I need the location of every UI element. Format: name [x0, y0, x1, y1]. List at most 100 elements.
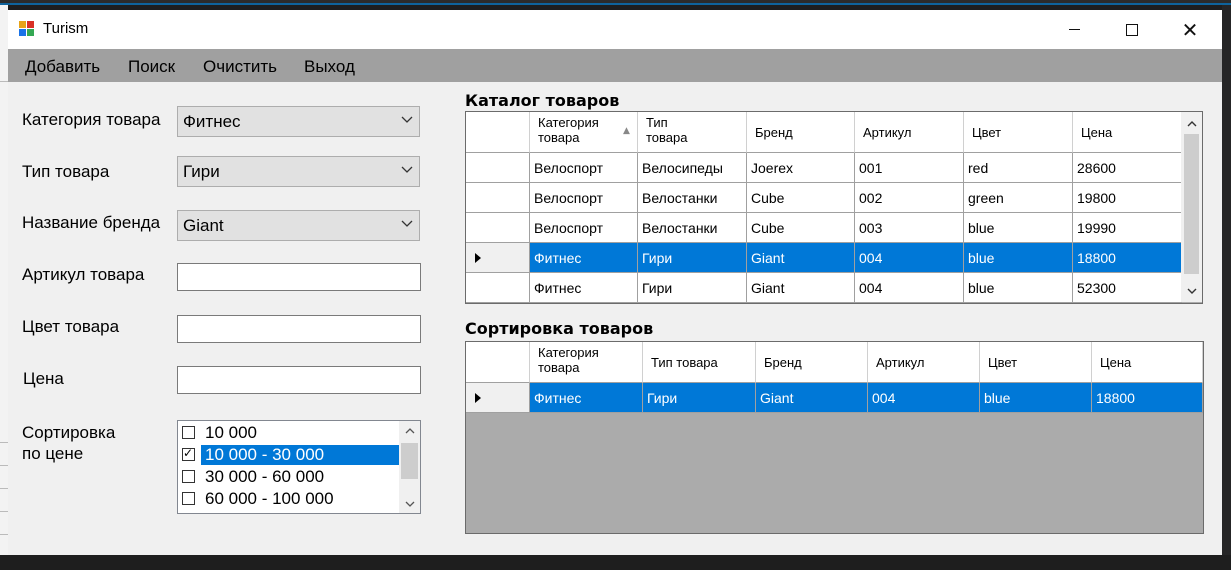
title-bar[interactable]: Turism ✕ — [8, 10, 1222, 49]
table-cell[interactable]: Фитнес — [530, 273, 638, 303]
checkbox[interactable] — [182, 470, 195, 483]
cell-text: 52300 — [1077, 280, 1116, 296]
column-header[interactable]: Категория товара — [530, 342, 643, 383]
table-cell[interactable]: 52300 — [1073, 273, 1182, 303]
table-cell[interactable]: Cube — [747, 183, 855, 213]
app-icon — [19, 21, 35, 37]
table-cell[interactable]: Велосипеды — [638, 153, 747, 183]
cell-text: 004 — [872, 390, 896, 406]
table-cell[interactable]: Велоспорт — [530, 183, 638, 213]
table-cell[interactable]: blue — [980, 383, 1092, 413]
table-cell[interactable]: blue — [964, 273, 1073, 303]
table-cell[interactable]: 18800 — [1092, 383, 1203, 413]
scroll-up-button[interactable] — [1181, 114, 1202, 132]
scroll-down-button[interactable] — [1181, 282, 1202, 300]
table-cell[interactable]: green — [964, 183, 1073, 213]
table-cell[interactable]: 18800 — [1073, 243, 1182, 273]
catalog-grid[interactable]: Категория товара ▲ Тип товара Бренд Артикул Ц… — [465, 111, 1203, 304]
column-header[interactable]: Тип товара — [643, 342, 756, 383]
table-cell[interactable]: blue — [964, 213, 1073, 243]
column-header[interactable]: Цена — [1092, 342, 1203, 383]
table-cell[interactable]: Фитнес — [530, 243, 638, 273]
table-cell[interactable]: Giant — [756, 383, 868, 413]
scroll-up-button[interactable] — [399, 421, 420, 439]
sort-ascending-icon: ▲ — [623, 126, 630, 136]
table-cell[interactable]: Гири — [643, 383, 756, 413]
table-cell[interactable]: 002 — [855, 183, 964, 213]
category-combobox[interactable]: Фитнес — [177, 106, 420, 137]
menu-item-exit[interactable]: Выход — [304, 57, 355, 77]
cell-text: Велоспорт — [534, 220, 604, 236]
row-header[interactable] — [466, 153, 530, 183]
table-cell[interactable]: 001 — [855, 153, 964, 183]
table-cell[interactable]: Cube — [747, 213, 855, 243]
table-cell[interactable]: 28600 — [1073, 153, 1182, 183]
column-header[interactable]: Бренд — [747, 112, 855, 153]
table-cell[interactable]: Joerex — [747, 153, 855, 183]
scrollbar-thumb[interactable] — [1184, 134, 1199, 274]
cell-text: blue — [968, 250, 995, 266]
type-combobox[interactable]: Гири — [177, 156, 420, 187]
column-header[interactable]: Категория товара ▲ — [530, 112, 638, 153]
menu-item-search[interactable]: Поиск — [128, 57, 175, 77]
column-header[interactable]: Цвет — [980, 342, 1092, 383]
table-cell[interactable]: 19800 — [1073, 183, 1182, 213]
article-input[interactable] — [177, 263, 421, 291]
minimize-button[interactable] — [1045, 10, 1103, 49]
table-cell[interactable]: Велостанки — [638, 183, 747, 213]
menu-item-clear[interactable]: Очистить — [203, 57, 277, 77]
row-header[interactable] — [466, 383, 530, 413]
table-cell[interactable]: Велоспорт — [530, 213, 638, 243]
checklist-scrollbar[interactable] — [399, 421, 420, 513]
price-range-checklist[interactable]: 10 000 ✓ 10 000 - 30 000 30 000 - 60 000… — [177, 420, 421, 514]
cell-text: Фитнес — [534, 390, 582, 406]
price-range-item[interactable]: 10 000 — [180, 422, 400, 444]
table-cell[interactable]: 004 — [855, 243, 964, 273]
cell-text: 003 — [859, 220, 883, 236]
price-range-label: 10 000 — [205, 423, 257, 442]
column-header[interactable]: Цвет — [964, 112, 1073, 153]
column-header[interactable]: Артикул — [868, 342, 980, 383]
checkbox[interactable]: ✓ — [182, 446, 195, 461]
menu-item-add[interactable]: Добавить — [25, 57, 100, 77]
grid-scrollbar[interactable] — [1181, 112, 1202, 302]
table-cell[interactable]: red — [964, 153, 1073, 183]
price-range-item[interactable]: 30 000 - 60 000 — [180, 466, 400, 488]
price-range-item[interactable]: 60 000 - 100 000 — [180, 488, 400, 510]
checkbox[interactable] — [182, 426, 195, 439]
price-input[interactable] — [177, 366, 421, 394]
row-header[interactable] — [466, 243, 530, 273]
maximize-button[interactable] — [1103, 10, 1161, 49]
table-cell[interactable]: Фитнес — [530, 383, 643, 413]
column-header-label: Цена — [1081, 125, 1113, 140]
table-cell[interactable]: 003 — [855, 213, 964, 243]
table-cell[interactable]: Гири — [638, 273, 747, 303]
cell-text: blue — [968, 280, 995, 296]
column-header[interactable]: Цена — [1073, 112, 1182, 153]
row-header[interactable] — [466, 273, 530, 303]
row-header[interactable] — [466, 213, 530, 243]
table-cell[interactable]: Гири — [638, 243, 747, 273]
table-cell[interactable]: 004 — [855, 273, 964, 303]
table-cell[interactable]: Велостанки — [638, 213, 747, 243]
brand-combobox[interactable]: Giant — [177, 210, 420, 241]
type-value: Гири — [183, 162, 220, 181]
color-input[interactable] — [177, 315, 421, 343]
column-header[interactable]: Артикул — [855, 112, 964, 153]
table-cell[interactable]: Велоспорт — [530, 153, 638, 183]
scrollbar-thumb[interactable] — [401, 443, 418, 479]
close-button[interactable]: ✕ — [1161, 10, 1219, 49]
table-cell[interactable]: Giant — [747, 273, 855, 303]
checkbox[interactable] — [182, 492, 195, 505]
row-header[interactable] — [466, 183, 530, 213]
table-cell[interactable]: 004 — [868, 383, 980, 413]
column-header[interactable]: Тип товара — [638, 112, 747, 153]
sorting-grid[interactable]: Категория товара Тип товара Бренд Артикул Цв… — [465, 341, 1204, 534]
table-cell[interactable]: Giant — [747, 243, 855, 273]
scroll-down-button[interactable] — [399, 495, 420, 513]
price-range-item[interactable]: ✓ 10 000 - 30 000 — [180, 444, 402, 466]
table-cell[interactable]: blue — [964, 243, 1073, 273]
cell-text: 18800 — [1096, 390, 1135, 406]
table-cell[interactable]: 19990 — [1073, 213, 1182, 243]
column-header[interactable]: Бренд — [756, 342, 868, 383]
